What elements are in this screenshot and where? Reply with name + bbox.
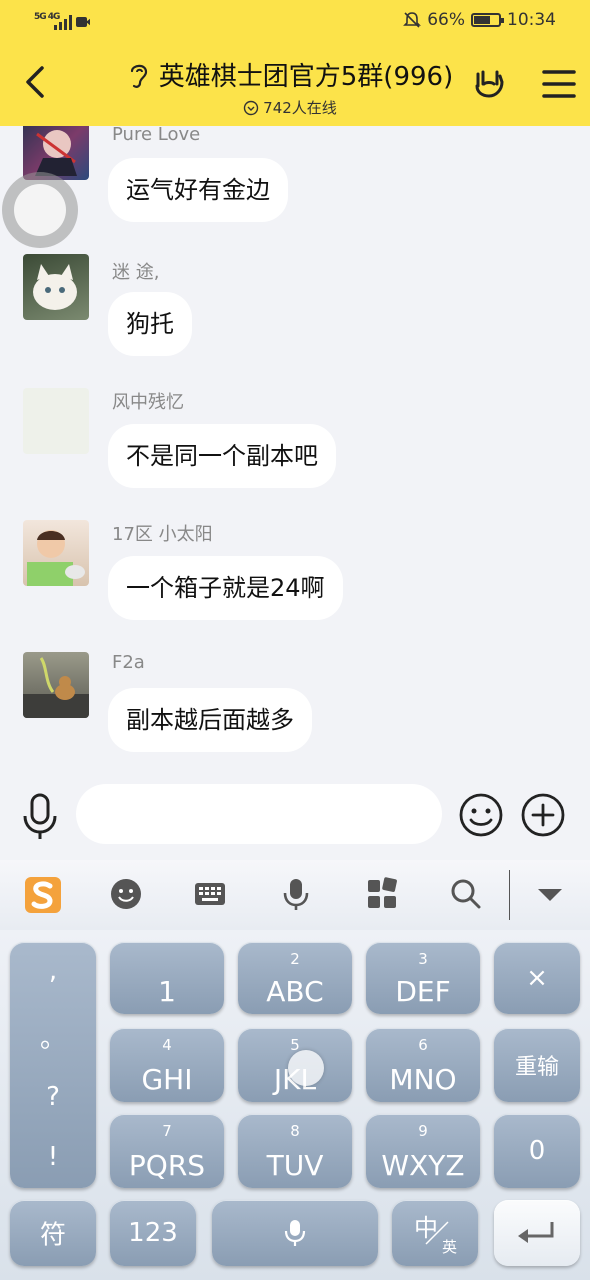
signal-bars-icon xyxy=(54,15,90,30)
apps-grid-icon[interactable] xyxy=(364,876,400,912)
message-bubble[interactable]: 运气好有金边 xyxy=(108,158,288,222)
chat-title: 英雄棋士团官方5群(996) xyxy=(158,62,454,92)
sender-name: 17区 小太阳 xyxy=(112,524,213,545)
status-bar: 5G 4G 66% 10:34 xyxy=(0,0,590,44)
keyboard: , 。 ? ! 1 2ABC 3DEF × 4GHI 5JKL 6MNO 重输 … xyxy=(0,930,590,1280)
chevron-circle-icon xyxy=(243,100,259,115)
key-1[interactable]: 1 xyxy=(110,942,224,1014)
reset-input-key[interactable]: 重输 xyxy=(494,1028,580,1102)
chat-title-area[interactable]: 英雄棋士团官方5群(996) 742人在线 xyxy=(100,56,480,118)
sender-name: 迷 途, xyxy=(112,262,160,283)
key-ghi[interactable]: 4 GHI xyxy=(110,1028,224,1102)
message-bubble[interactable]: 狗托 xyxy=(108,292,192,356)
collapse-keyboard-icon[interactable] xyxy=(532,876,568,912)
ear-icon xyxy=(130,64,147,88)
keyboard-icon[interactable] xyxy=(192,876,228,912)
battery-icon xyxy=(471,13,504,27)
floating-assist-button[interactable] xyxy=(2,172,78,248)
message-bubble[interactable]: 一个箱子就是24啊 xyxy=(108,556,343,620)
header-bar: 5G 4G 66% 10:34 英雄棋士团官方5群(996) 742人在线 xyxy=(0,0,590,126)
avatar[interactable] xyxy=(23,520,89,586)
sender-name: Pure Love xyxy=(112,126,201,145)
sender-name: 风中残忆 xyxy=(112,392,184,413)
online-count: 742人在线 xyxy=(263,99,337,117)
sogou-logo-icon[interactable] xyxy=(22,874,64,916)
emoji-icon[interactable] xyxy=(458,792,504,838)
punctuation-key[interactable]: , 。 ? ! xyxy=(10,942,96,1188)
key-0[interactable]: 0 xyxy=(494,1114,580,1188)
message-bubble[interactable]: 副本越后面越多 xyxy=(108,688,312,752)
back-arrow-icon[interactable] xyxy=(18,62,58,102)
plus-icon[interactable] xyxy=(520,792,566,838)
voice-input-icon[interactable] xyxy=(20,792,60,840)
language-switch-key[interactable]: 中 英 xyxy=(392,1200,478,1266)
clock: 10:34 xyxy=(507,10,556,30)
message-input[interactable] xyxy=(76,784,442,844)
key-mno[interactable]: 6 MNO xyxy=(366,1028,480,1102)
space-voice-key[interactable] xyxy=(212,1200,378,1266)
symbol-key[interactable]: 符 xyxy=(10,1200,96,1266)
input-bar xyxy=(0,772,590,860)
message-bubble[interactable]: 不是同一个副本吧 xyxy=(108,424,336,488)
key-def[interactable]: 3 DEF xyxy=(366,942,480,1014)
enter-key[interactable] xyxy=(494,1200,580,1266)
microphone-icon[interactable] xyxy=(278,876,314,912)
battery-percent: 66% xyxy=(427,10,465,30)
microphone-icon xyxy=(284,1220,306,1246)
search-icon[interactable] xyxy=(448,876,484,912)
key-abc[interactable]: 2 ABC xyxy=(238,942,352,1014)
keyboard-toolbar xyxy=(0,860,590,930)
toolbar-divider xyxy=(509,870,510,920)
key-wxyz[interactable]: 9 WXYZ xyxy=(366,1114,480,1188)
hand-gesture-icon[interactable] xyxy=(470,64,508,102)
avatar[interactable] xyxy=(23,254,89,320)
emoji-icon[interactable] xyxy=(108,876,144,912)
sender-name: F2a xyxy=(112,652,145,673)
slash-divider xyxy=(425,1221,449,1245)
key-pqrs[interactable]: 7 PQRS xyxy=(110,1114,224,1188)
avatar[interactable] xyxy=(23,388,89,454)
message-list[interactable]: Pure Love 运气好有金边 迷 途, 狗托 风中残忆 不是同一个副本吧 1… xyxy=(0,126,590,770)
number-mode-key[interactable]: 123 xyxy=(110,1200,196,1266)
menu-icon[interactable] xyxy=(540,66,578,102)
mute-bell-icon xyxy=(403,12,422,28)
touch-indicator xyxy=(288,1050,324,1086)
enter-arrow-icon xyxy=(518,1222,554,1243)
key-tuv[interactable]: 8 TUV xyxy=(238,1114,352,1188)
avatar[interactable] xyxy=(23,652,89,718)
delete-key[interactable]: × xyxy=(494,942,580,1014)
